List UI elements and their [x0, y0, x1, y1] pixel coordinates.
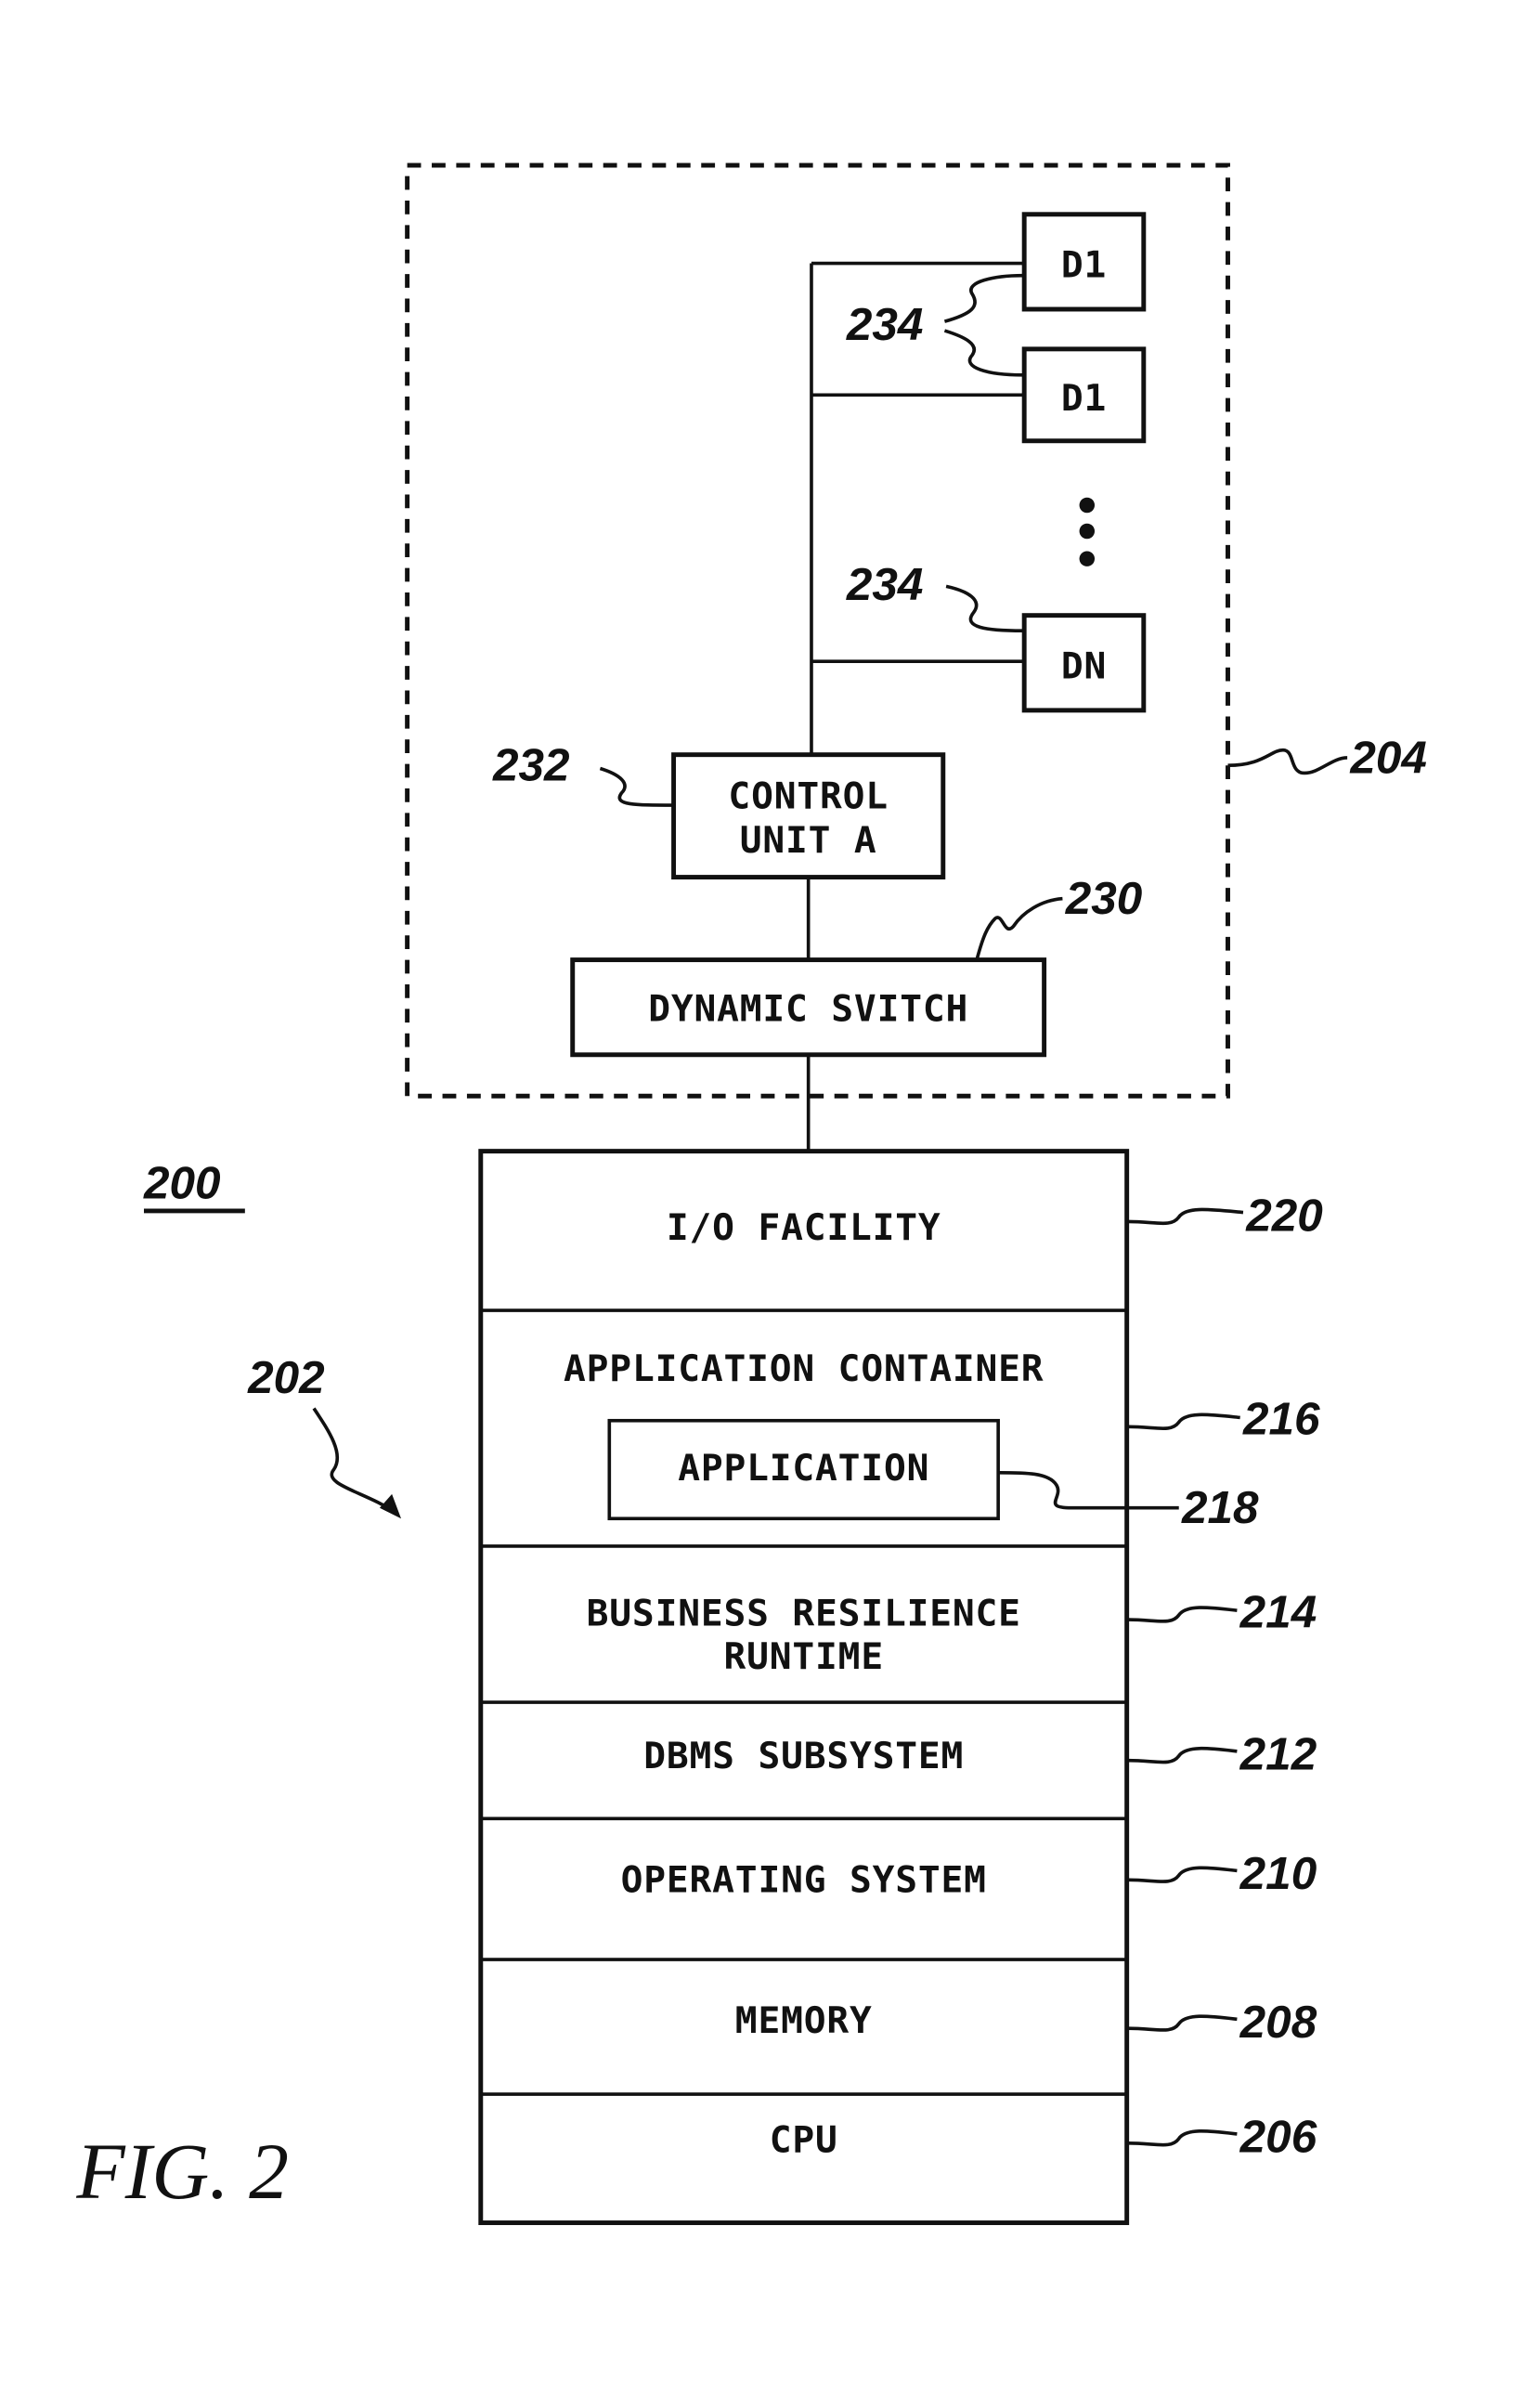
layer-dbms-subsystem: DBMS SUBSYSTEM: [643, 1735, 964, 1777]
fig2-diagram: 204 D1 D1 DN 234 234 CONTROL UNIT A 232 …: [75, 163, 1427, 2226]
leader-206: [1128, 2129, 1238, 2147]
ref-220: 220: [1245, 1190, 1323, 1241]
svg-text:APPLICATION CONTAINER: APPLICATION CONTAINER: [564, 1347, 1044, 1390]
svg-text:RUNTIME: RUNTIME: [723, 1635, 883, 1678]
arrow-202: [312, 1407, 396, 1515]
ref-234-top: 234: [846, 299, 924, 350]
leader-220: [1128, 1207, 1244, 1226]
leader-234-top-b: [943, 329, 1023, 377]
svg-text:OPERATING SYSTEM: OPERATING SYSTEM: [621, 1858, 987, 1901]
leader-208: [1128, 2014, 1238, 2032]
arrow-202-head: [379, 1493, 402, 1519]
svg-text:D1: D1: [1061, 377, 1107, 420]
leader-230: [975, 896, 1063, 961]
ref-230: 230: [1065, 873, 1143, 924]
device-dn: DN: [1021, 613, 1147, 713]
svg-text:UNIT A: UNIT A: [740, 819, 877, 862]
control-unit-a: CONTROL UNIT A: [671, 752, 946, 880]
ref-204: 204: [1349, 732, 1427, 783]
layer-cpu: CPU: [770, 2119, 838, 2162]
layer-io-facility: I/O FACILITY: [667, 1206, 941, 1249]
leader-234-bottom: [945, 584, 1023, 632]
figure-caption: FIG. 2: [75, 2128, 289, 2216]
ref-200: 200: [143, 1158, 221, 1209]
layer-application-container: APPLICATION CONTAINER APPLICATION: [564, 1347, 1044, 1521]
leader-216: [1128, 1412, 1240, 1431]
svg-text:APPLICATION: APPLICATION: [678, 1447, 929, 1490]
ref-208: 208: [1239, 1997, 1317, 2048]
svg-text:D1: D1: [1061, 243, 1107, 286]
layer-memory: MEMORY: [735, 1999, 873, 2042]
dynamic-switch: DYNAMIC SVITCH: [570, 957, 1047, 1058]
ellipsis-dots: [1079, 497, 1096, 566]
ref-212: 212: [1239, 1729, 1317, 1780]
ref-214: 214: [1239, 1586, 1317, 1637]
ref-206: 206: [1239, 2112, 1317, 2163]
device-d1-first: D1: [1021, 212, 1147, 312]
svg-text:CONTROL: CONTROL: [728, 774, 888, 817]
svg-text:I/O FACILITY: I/O FACILITY: [667, 1206, 941, 1249]
leader-214: [1128, 1606, 1238, 1623]
svg-text:DN: DN: [1061, 644, 1107, 687]
leader-234-top-a: [943, 273, 1023, 323]
svg-text:DYNAMIC SVITCH: DYNAMIC SVITCH: [648, 988, 968, 1031]
svg-text:DBMS SUBSYSTEM: DBMS SUBSYSTEM: [643, 1735, 964, 1777]
svg-text:MEMORY: MEMORY: [735, 1999, 873, 2042]
svg-text:BUSINESS RESILIENCE: BUSINESS RESILIENCE: [587, 1593, 1021, 1635]
ref-216: 216: [1242, 1394, 1320, 1445]
ref-202: 202: [247, 1352, 325, 1403]
system-stack: I/O FACILITY APPLICATION CONTAINER APPLI…: [478, 1149, 1130, 2226]
layer-operating-system: OPERATING SYSTEM: [621, 1858, 987, 1901]
svg-text:CPU: CPU: [770, 2119, 838, 2162]
ref-234-bottom: 234: [846, 559, 924, 610]
leader-212: [1128, 1746, 1238, 1764]
leader-210: [1128, 1866, 1238, 1883]
ref-232: 232: [492, 740, 570, 791]
leader-232: [599, 766, 674, 807]
device-d1-second: D1: [1021, 346, 1147, 444]
ref-210: 210: [1239, 1848, 1317, 1899]
leader-204: [1227, 748, 1348, 775]
ref-218: 218: [1181, 1482, 1259, 1533]
